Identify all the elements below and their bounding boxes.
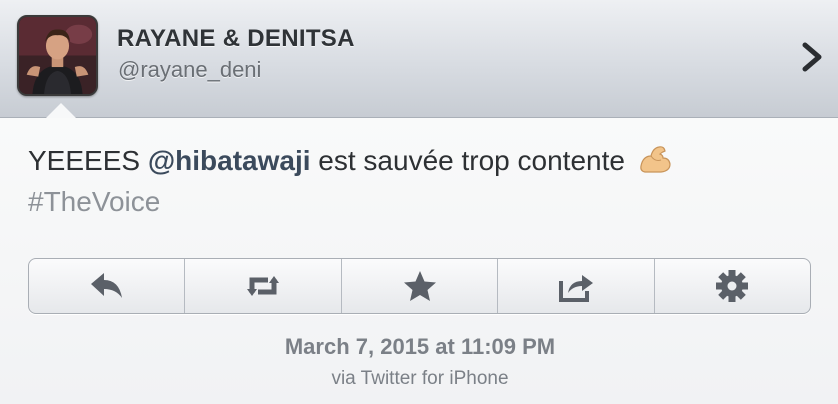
retweet-button[interactable] <box>185 259 342 313</box>
tweet-text-start: YEEEES <box>28 145 148 176</box>
tweet-text: YEEEES @hibatawaji est sauvée trop conte… <box>28 140 808 222</box>
star-icon <box>403 271 436 301</box>
settings-button[interactable] <box>655 259 810 313</box>
tweet-text-rest: est sauvée trop contente <box>310 145 633 176</box>
tweet-timestamp: March 7, 2015 at 11:09 PM <box>284 334 556 359</box>
retweet-icon <box>247 276 280 296</box>
reply-icon <box>90 273 122 298</box>
mention-link[interactable]: @hibatawaji <box>148 145 311 176</box>
share-icon <box>558 275 593 302</box>
tweet-source: via Twitter for iPhone <box>331 368 509 389</box>
tweet-detail: YEEEES @hibatawaji est sauvée trop conte… <box>0 118 838 404</box>
username-handle: @rayane_deni <box>118 57 262 82</box>
header-pointer <box>46 103 76 118</box>
display-name: RAYANE & DENITSA <box>117 25 355 52</box>
avatar[interactable] <box>17 15 98 96</box>
gear-icon <box>716 270 749 302</box>
reply-button[interactable] <box>29 259 186 313</box>
hashtag-link[interactable]: #TheVoice <box>28 186 160 217</box>
favorite-button[interactable] <box>342 259 499 313</box>
chevron-right-icon[interactable] <box>800 42 824 72</box>
tweet-action-toolbar <box>28 258 811 314</box>
avatar-photo <box>19 17 96 94</box>
share-button[interactable] <box>498 259 655 313</box>
profile-header[interactable]: RAYANE & DENITSA @rayane_deni <box>0 0 838 118</box>
flexed-biceps-icon <box>639 146 671 173</box>
